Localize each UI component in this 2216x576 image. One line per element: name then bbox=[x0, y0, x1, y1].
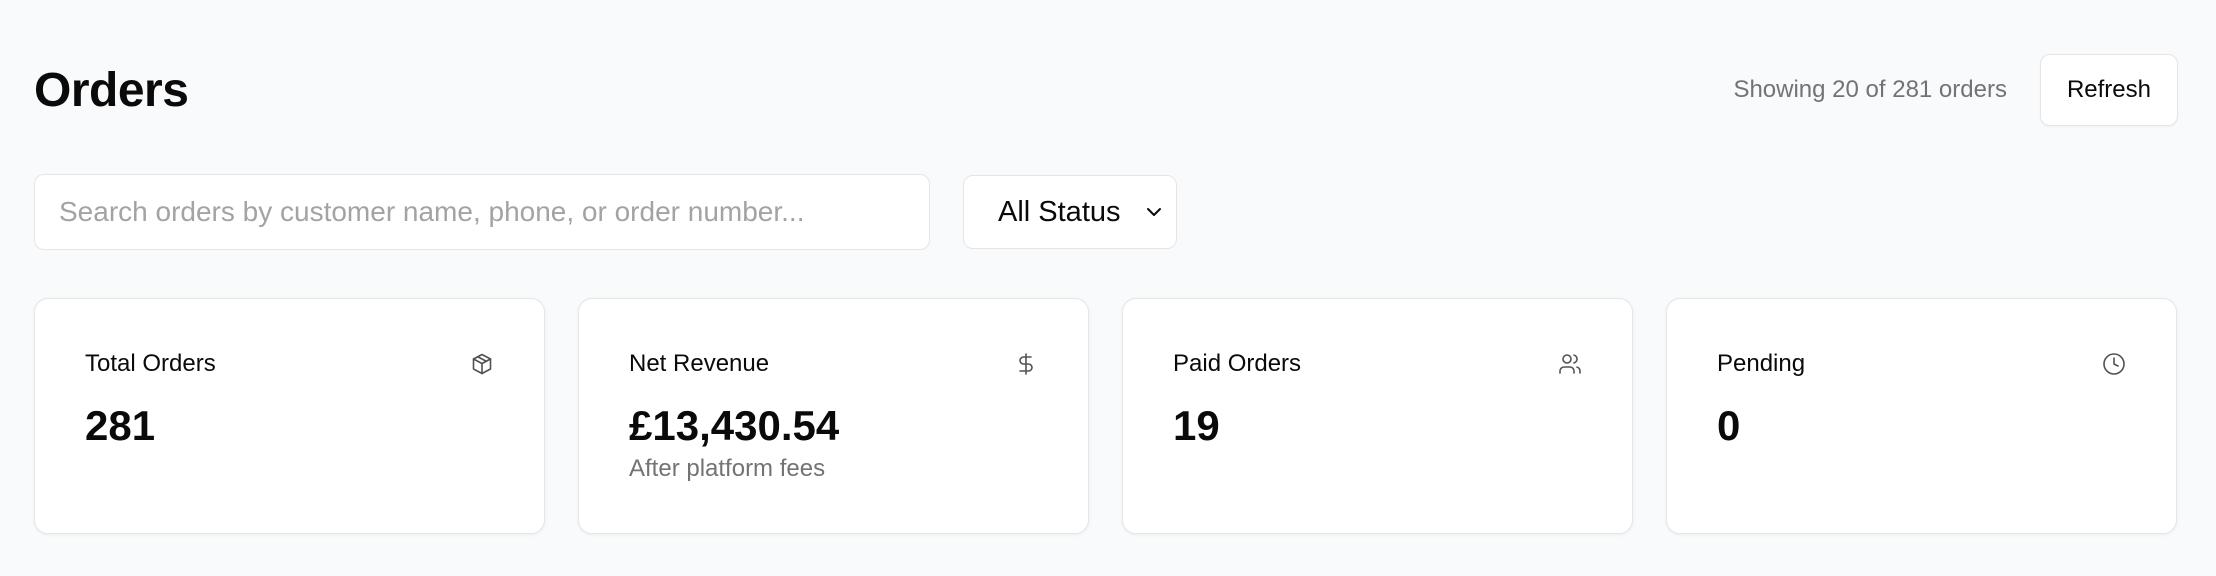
stat-card-subtext: After platform fees bbox=[629, 455, 826, 483]
stats-cards: Total Orders 281 Net Revenue £13,430.54 bbox=[34, 298, 2177, 534]
stat-card-value: 19 bbox=[1173, 402, 1220, 449]
page-header: Orders Showing 20 of 281 orders Refresh bbox=[34, 54, 2178, 126]
orders-page: Orders Showing 20 of 281 orders Refresh … bbox=[0, 0, 2216, 576]
status-filter-select[interactable]: All Status bbox=[963, 175, 1177, 249]
clock-icon bbox=[2103, 353, 2125, 375]
dollar-icon bbox=[1019, 353, 1033, 375]
stat-card-title: Paid Orders bbox=[1173, 350, 1302, 377]
refresh-button[interactable]: Refresh bbox=[2039, 54, 2178, 126]
showing-count-text: Showing 20 of 281 orders bbox=[1733, 76, 2007, 103]
stat-card-value: 281 bbox=[85, 402, 156, 449]
users-icon bbox=[1559, 354, 1581, 374]
page-title: Orders bbox=[34, 63, 189, 117]
search-input[interactable] bbox=[34, 174, 930, 250]
header-actions: Showing 20 of 281 orders Refresh bbox=[1733, 54, 2178, 126]
stat-card-net-revenue: Net Revenue £13,430.54 After platform fe… bbox=[578, 298, 1089, 534]
status-filter-value: All Status bbox=[998, 195, 1121, 228]
stat-card-paid-orders: Paid Orders 19 bbox=[1122, 298, 1633, 534]
stat-card-title: Net Revenue bbox=[629, 350, 770, 377]
filters-bar: All Status bbox=[34, 174, 1177, 250]
stat-card-total-orders: Total Orders 281 bbox=[34, 298, 545, 534]
stat-card-value: £13,430.54 bbox=[629, 402, 840, 449]
stat-card-pending: Pending 0 bbox=[1666, 298, 2177, 534]
stat-card-value: 0 bbox=[1717, 402, 1741, 449]
package-icon bbox=[472, 353, 492, 375]
stat-card-title: Pending bbox=[1717, 350, 1806, 377]
stat-card-title: Total Orders bbox=[85, 350, 216, 377]
chevron-down-icon bbox=[1147, 208, 1161, 216]
